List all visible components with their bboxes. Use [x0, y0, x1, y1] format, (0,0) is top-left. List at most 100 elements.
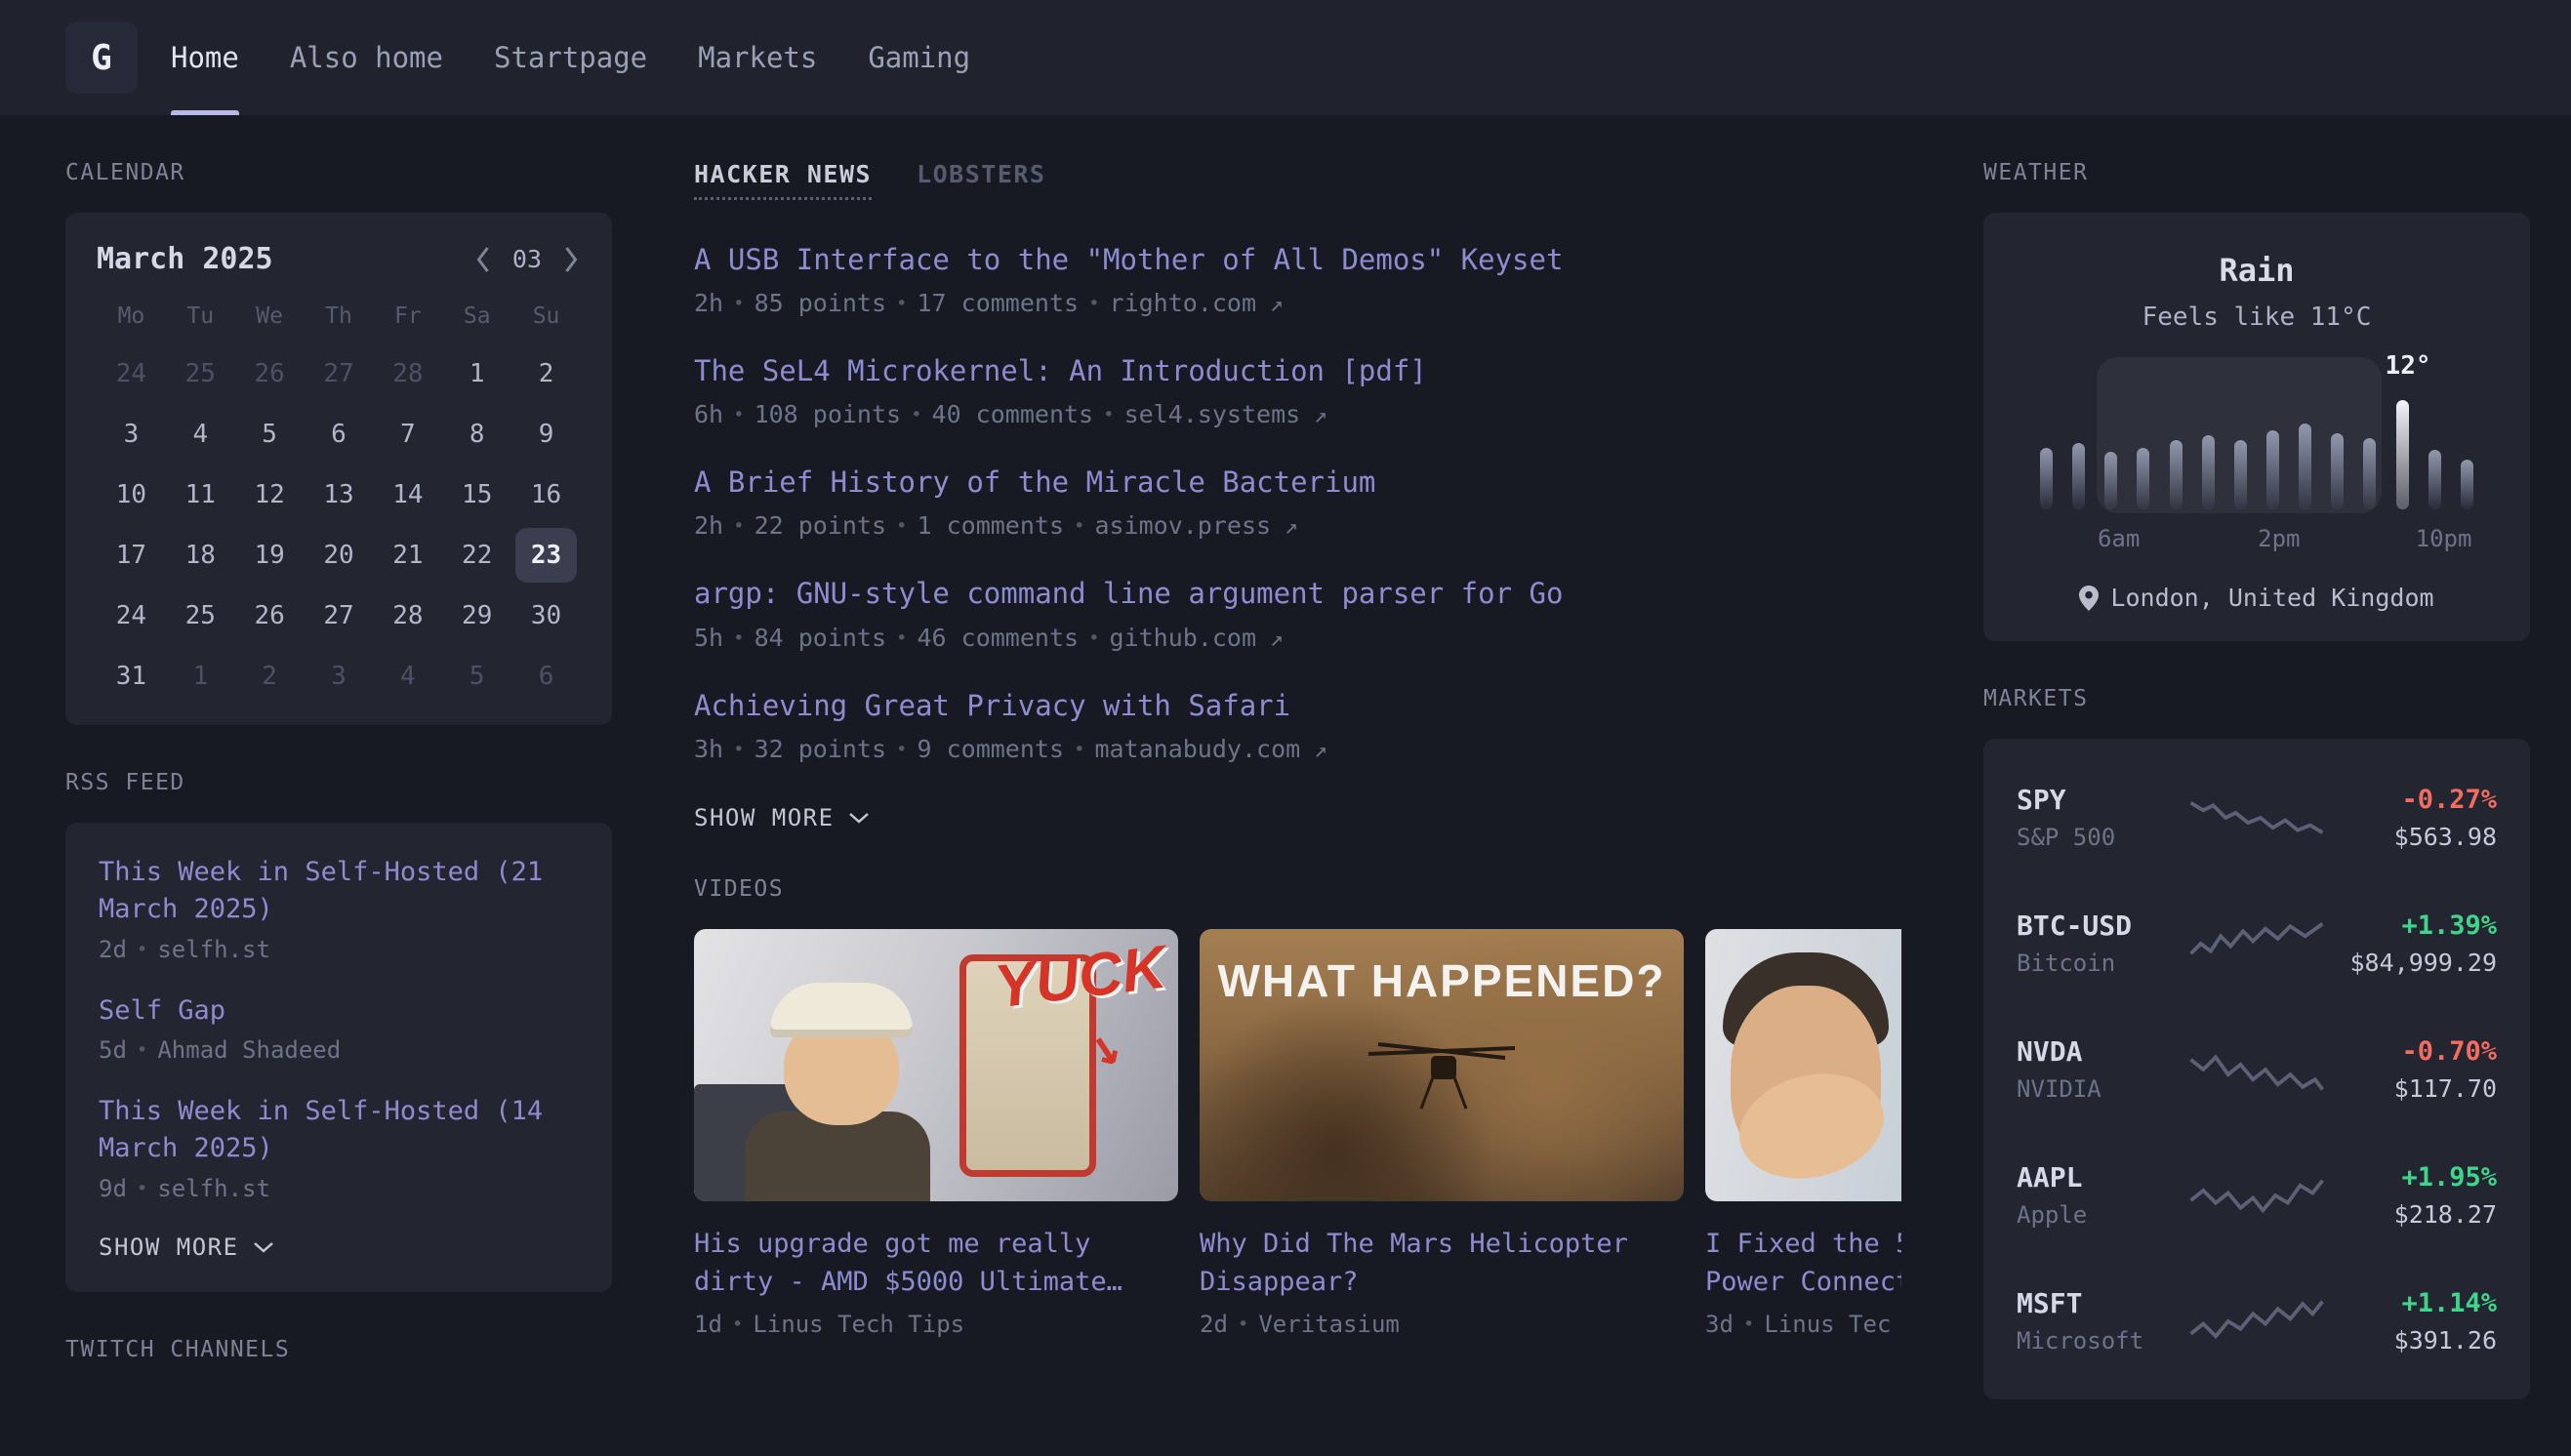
calendar-prev-icon[interactable] [473, 245, 493, 274]
rss-item[interactable]: Self Gap 5dAhmad Shadeed [99, 992, 579, 1065]
news-source-link[interactable]: matanabudy.com [1094, 735, 1326, 763]
videos-row: YUCK ↘ His upgrade got me reallydirty - … [694, 929, 1901, 1338]
market-row[interactable]: SPY S&P 500 -0.27% $563.98 [2017, 754, 2497, 880]
nav-item-markets[interactable]: Markets [698, 0, 817, 115]
rss-item-title[interactable]: This Week in Self-Hosted (14 March 2025) [99, 1093, 579, 1167]
calendar-day: 6 [308, 407, 370, 462]
news-source-link[interactable]: github.com [1110, 624, 1284, 652]
market-name: Apple [2017, 1201, 2174, 1229]
nav-item-also-home[interactable]: Also home [290, 0, 443, 115]
rss-show-more-label: SHOW MORE [99, 1234, 239, 1261]
news-item-title[interactable]: argp: GNU-style command line argument pa… [694, 575, 1901, 613]
news-source-link[interactable]: asimov.press [1094, 511, 1297, 540]
separator-dot [911, 400, 921, 428]
video-card[interactable]: YUCK ↘ His upgrade got me reallydirty - … [694, 929, 1178, 1338]
rss-item-meta: 5dAhmad Shadeed [99, 1036, 579, 1064]
rss-item[interactable]: This Week in Self-Hosted (14 March 2025)… [99, 1093, 579, 1202]
markets-section-title: MARKETS [1983, 686, 2530, 711]
weather-bar [2170, 440, 2183, 509]
app-logo[interactable]: G [65, 21, 138, 94]
news-item[interactable]: The SeL4 Microkernel: An Introduction [p… [694, 352, 1901, 428]
left-column: CALENDAR March 2025 03 MoTuWeThFrSaSu242… [65, 115, 612, 1399]
chevron-down-icon [848, 811, 870, 825]
news-item-title[interactable]: A USB Interface to the "Mother of All De… [694, 241, 1901, 279]
right-column: WEATHER Rain Feels like 11°C 12° 6am 2pm… [1983, 115, 2530, 1399]
news-item-title[interactable]: The SeL4 Microkernel: An Introduction [p… [694, 352, 1901, 390]
separator-dot [733, 289, 744, 317]
video-thumbnail[interactable]: WHAT HAPPENED? [1200, 929, 1684, 1201]
nav-item-startpage[interactable]: Startpage [494, 0, 647, 115]
video-title[interactable]: His upgrade got me reallydirty - AMD $50… [694, 1225, 1178, 1301]
weather-bar [2266, 430, 2279, 509]
market-info: BTC-USD Bitcoin [2017, 910, 2174, 977]
market-change: +1.39% [2340, 910, 2497, 941]
news-item-meta: 6h108 points40 commentssel4.systems [694, 400, 1901, 428]
news-item[interactable]: argp: GNU-style command line argument pa… [694, 575, 1901, 651]
rss-show-more-button[interactable]: SHOW MORE [99, 1234, 579, 1261]
news-item-meta: 3h32 points9 commentsmatanabudy.com [694, 735, 1901, 763]
calendar-day: 24 [101, 588, 162, 643]
market-row[interactable]: BTC-USD Bitcoin +1.39% $84,999.29 [2017, 880, 2497, 1006]
market-name: NVIDIA [2017, 1075, 2174, 1103]
separator-dot [896, 735, 907, 763]
news-item-title[interactable]: Achieving Great Privacy with Safari [694, 687, 1901, 725]
rss-item-meta: 9dselfh.st [99, 1175, 579, 1202]
video-thumbnail[interactable]: YUCK ↘ [694, 929, 1178, 1201]
rss-item[interactable]: This Week in Self-Hosted (21 March 2025)… [99, 854, 579, 963]
weather-time-label: 10pm [2416, 525, 2472, 552]
tab-lobsters[interactable]: LOBSTERS [917, 160, 1045, 188]
calendar-widget: March 2025 03 MoTuWeThFrSaSu242526272812… [65, 213, 612, 725]
calendar-day: 25 [170, 588, 231, 643]
middle-column: HACKER NEWS LOBSTERS A USB Interface to … [694, 115, 1901, 1399]
calendar-weekday-label: Mo [97, 292, 166, 341]
calendar-day: 19 [239, 528, 301, 583]
calendar-day: 26 [239, 346, 301, 401]
calendar-day: 31 [101, 649, 162, 704]
video-card[interactable]: DO T I Fixed the 5Power Connect 3dLinus … [1705, 929, 1901, 1338]
market-row[interactable]: AAPL Apple +1.95% $218.27 [2017, 1132, 2497, 1258]
market-info: NVDA NVIDIA [2017, 1035, 2174, 1103]
news-item[interactable]: A USB Interface to the "Mother of All De… [694, 241, 1901, 317]
news-show-more-button[interactable]: SHOW MORE [694, 804, 1901, 831]
weather-bar [2396, 400, 2409, 509]
weather-bar [2331, 433, 2344, 509]
news-item-title[interactable]: A Brief History of the Miracle Bacterium [694, 464, 1901, 502]
weather-bar [2363, 438, 2376, 509]
market-row[interactable]: MSFT Microsoft +1.14% $391.26 [2017, 1258, 2497, 1384]
sparkline [2174, 1042, 2340, 1097]
video-title[interactable]: Why Did The Mars HelicopterDisappear? [1200, 1225, 1684, 1301]
nav-item-home[interactable]: Home [171, 0, 239, 115]
separator-dot [1743, 1311, 1754, 1338]
video-thumbnail[interactable]: DO T [1705, 929, 1901, 1201]
calendar-day: 25 [170, 346, 231, 401]
news-item[interactable]: A Brief History of the Miracle Bacterium… [694, 464, 1901, 540]
rss-item-title[interactable]: Self Gap [99, 992, 579, 1030]
video-title[interactable]: I Fixed the 5Power Connect [1705, 1225, 1901, 1301]
nav-item-gaming[interactable]: Gaming [868, 0, 970, 115]
calendar-next-icon[interactable] [561, 245, 581, 274]
video-card[interactable]: WHAT HAPPENED? Why Did The Mars Helicopt… [1200, 929, 1684, 1338]
news-source-link[interactable]: sel4.systems [1124, 400, 1327, 428]
market-values: +1.39% $84,999.29 [2340, 910, 2497, 977]
market-info: AAPL Apple [2017, 1161, 2174, 1229]
hard-hat-art [770, 983, 913, 1037]
calendar-weekday-label: Sa [442, 292, 511, 341]
calendar-day-today: 23 [515, 528, 577, 583]
market-row[interactable]: NVDA NVIDIA -0.70% $117.70 [2017, 1006, 2497, 1132]
news-item-meta: 5h84 points46 commentsgithub.com [694, 624, 1901, 652]
calendar-day: 24 [101, 346, 162, 401]
weather-feels-like: Feels like 11°C [2020, 303, 2493, 332]
news-item-meta: 2h22 points1 commentsasimov.press [694, 511, 1901, 540]
rss-item-title[interactable]: This Week in Self-Hosted (21 March 2025) [99, 854, 579, 928]
market-change: -0.70% [2340, 1036, 2497, 1067]
calendar-day: 21 [377, 528, 438, 583]
tab-hacker-news[interactable]: HACKER NEWS [694, 160, 872, 200]
market-ticker: MSFT [2017, 1287, 2174, 1319]
news-source-link[interactable]: righto.com [1110, 289, 1284, 317]
calendar-day: 5 [446, 649, 508, 704]
calendar-month-number[interactable]: 03 [512, 245, 542, 273]
calendar-day: 22 [446, 528, 508, 583]
news-item[interactable]: Achieving Great Privacy with Safari 3h32… [694, 687, 1901, 763]
weather-times: 6am 2pm 10pm [2034, 525, 2479, 552]
separator-dot [1074, 511, 1084, 540]
